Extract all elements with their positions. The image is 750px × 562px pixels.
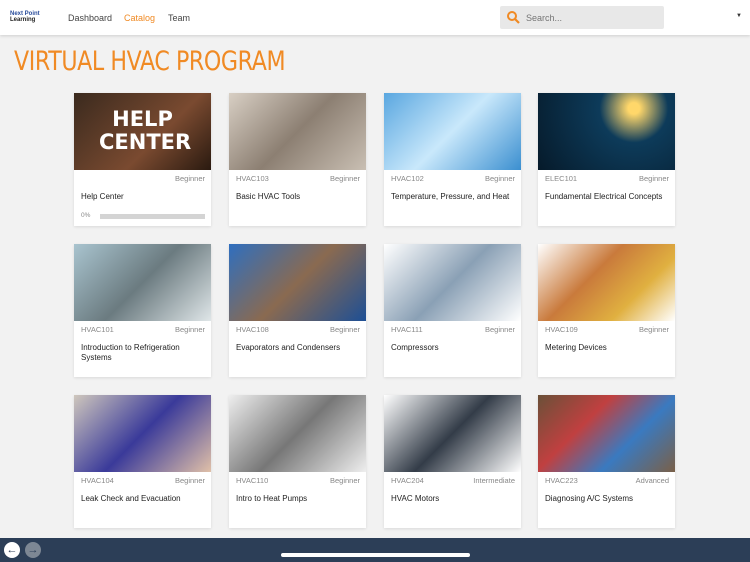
course-image [538, 244, 675, 321]
course-code: ELEC101 [545, 174, 578, 183]
course-level: Beginner [329, 174, 360, 183]
course-code: HVAC104 [81, 476, 114, 485]
nav-dashboard[interactable]: Dashboard [68, 13, 112, 23]
course-code: HVAC103 [236, 174, 269, 183]
course-name: Compressors [391, 343, 439, 352]
course-code: HVAC101 [81, 325, 114, 334]
page-title: VIRTUAL HVAC PROGRAM [14, 46, 286, 77]
course-image [538, 93, 675, 170]
course-name: Evaporators and Condensers [236, 343, 341, 352]
course-image [74, 395, 211, 472]
course-level: Beginner [329, 476, 360, 485]
search-input[interactable] [526, 10, 656, 25]
course-level: Beginner [174, 476, 205, 485]
course-code: HVAC108 [236, 325, 269, 334]
course-card[interactable]: HVAC108 Beginner Evaporators and Condenser… [229, 244, 366, 377]
course-card[interactable]: HVAC204 Intermediate HVAC Motors [384, 395, 521, 528]
course-image: HELP CENTER [74, 93, 211, 170]
progress-bar [100, 214, 205, 219]
course-code: HVAC109 [545, 325, 578, 334]
course-card[interactable]: HVAC109 Beginner Metering Devices [538, 244, 675, 377]
course-card[interactable]: HVAC223 Advanced Diagnosing A/C Systems [538, 395, 675, 528]
search-icon [507, 11, 520, 24]
course-level: Beginner [174, 325, 205, 334]
course-name: Basic HVAC Tools [236, 192, 301, 201]
course-level: Beginner [638, 325, 669, 334]
course-name: Diagnosing A/C Systems [545, 494, 634, 503]
course-name: Leak Check and Evacuation [81, 494, 181, 503]
course-code: HVAC111 [391, 325, 423, 334]
course-image [229, 395, 366, 472]
course-card[interactable]: HVAC111 Beginner Compressors [384, 244, 521, 377]
nav-catalog[interactable]: Catalog [124, 13, 155, 23]
course-card[interactable]: HVAC101 Beginner Introduction to Refrigera… [74, 244, 211, 377]
forward-button[interactable]: → [25, 542, 41, 558]
top-nav-bar: Next Point Learning Dashboard Catalog Tea… [0, 0, 750, 35]
course-card[interactable]: HVAC103 Beginner Basic HVAC Tools [229, 93, 366, 226]
course-code: HVAC204 [391, 476, 424, 485]
help-center-image-text: HELP CENTER [99, 107, 192, 154]
course-name: Help Center [81, 192, 124, 201]
course-level: Intermediate [473, 476, 515, 485]
course-level: Advanced [635, 476, 669, 485]
course-name: Metering Devices [545, 343, 607, 352]
search-box[interactable] [500, 6, 664, 29]
course-code: HVAC110 [236, 476, 269, 485]
course-level: Beginner [484, 174, 515, 183]
home-indicator [281, 553, 470, 557]
course-name: Fundamental Electrical Concepts [545, 192, 663, 201]
nav-team[interactable]: Team [168, 13, 190, 23]
course-code: HVAC223 [545, 476, 578, 485]
course-name: HVAC Motors [391, 494, 440, 503]
course-level: Beginner [174, 174, 205, 183]
logo[interactable]: Next Point Learning [10, 11, 40, 23]
course-image [538, 395, 675, 472]
course-name: Temperature, Pressure, and Heat [391, 192, 510, 201]
progress-label: 0% [81, 212, 91, 219]
course-image [384, 244, 521, 321]
course-name: Introduction to Refrigeration Systems [81, 343, 180, 362]
course-card[interactable]: HELP CENTER Beginner Help Center 0% [74, 93, 211, 226]
course-image [384, 395, 521, 472]
course-code: HVAC102 [391, 174, 424, 183]
course-image [384, 93, 521, 170]
course-level: Beginner [484, 325, 515, 334]
course-name: Intro to Heat Pumps [236, 494, 308, 503]
course-card[interactable]: ELEC101 Beginner Fundamental Electrical Co… [538, 93, 675, 226]
course-image [229, 244, 366, 321]
course-level: Beginner [329, 325, 360, 334]
bottom-bar [0, 538, 750, 562]
course-level: Beginner [638, 174, 669, 183]
course-image [74, 244, 211, 321]
chevron-down-icon[interactable]: ▼ [736, 13, 742, 19]
course-image [229, 93, 366, 170]
course-card[interactable]: HVAC102 Beginner Temperature, Pressure, an… [384, 93, 521, 226]
back-button[interactable]: ← [4, 542, 20, 558]
course-card[interactable]: HVAC110 Beginner Intro to Heat Pumps [229, 395, 366, 528]
course-card[interactable]: HVAC104 Beginner Leak Check and Evacuation [74, 395, 211, 528]
